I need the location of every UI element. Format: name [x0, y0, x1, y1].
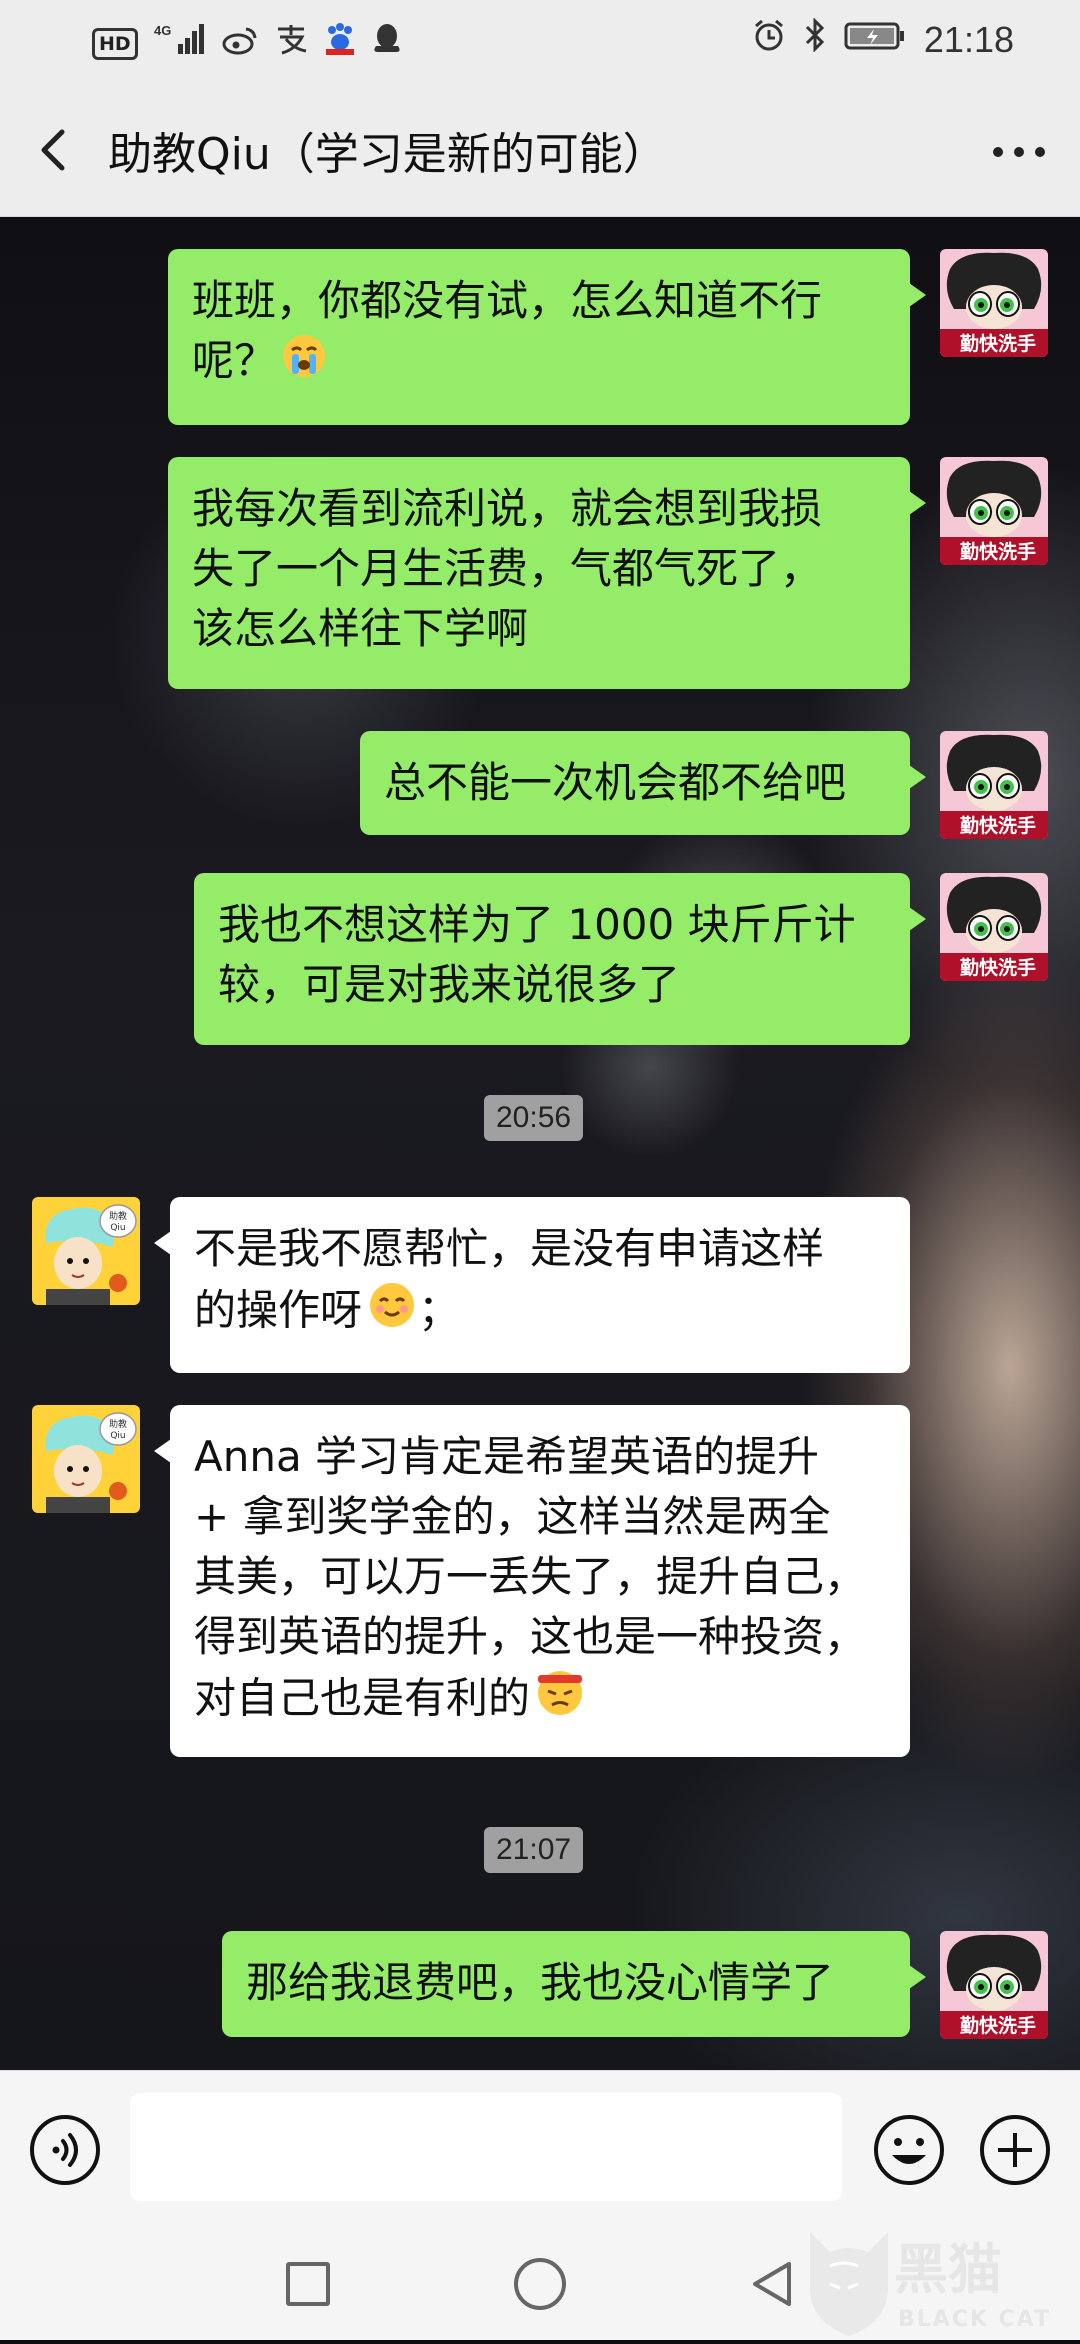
- home-button[interactable]: [514, 2258, 566, 2310]
- svg-text:勤快洗手: 勤快洗手: [960, 332, 1036, 355]
- message-line: 该怎么样往下学啊: [192, 604, 529, 653]
- input-bar: [0, 2070, 1080, 2227]
- avatar-me[interactable]: 勤快洗手: [940, 249, 1048, 357]
- message-line: 总不能一次机会都不给吧: [384, 758, 847, 807]
- avatar-me[interactable]: 勤快洗手: [940, 457, 1048, 565]
- more-button[interactable]: [984, 122, 1054, 182]
- triangle-back-icon: [753, 2262, 791, 2306]
- status-left-icons: HD 4G: [92, 22, 402, 65]
- svg-text:助教: 助教: [109, 1210, 127, 1222]
- message-bubble-me[interactable]: 我每次看到流利说，就会想到我损 失了一个月生活费，气都气死了， 该怎么样往下学啊: [168, 457, 926, 689]
- message-line: 较，可是对我来说很多了: [218, 960, 681, 1009]
- message-line: 我每次看到流利说，就会想到我损: [192, 484, 823, 533]
- weibo-icon: [222, 24, 258, 64]
- message-line: + 拿到奖学金的，这样当然是两全: [194, 1492, 831, 1541]
- message-line: 的操作呀 ；: [194, 1279, 886, 1347]
- message-line: 不是我不愿帮忙，是没有申请这样: [194, 1224, 825, 1273]
- crying-face-icon: [280, 332, 328, 396]
- alarm-icon: [752, 18, 786, 61]
- alipay-icon: [274, 23, 308, 64]
- more-dots-icon: [993, 147, 1045, 157]
- avatar-assistant[interactable]: 助教 Qiu: [32, 1197, 140, 1305]
- message-line: 得到英语的提升，这也是一种投资，: [194, 1612, 867, 1661]
- more-functions-button[interactable]: [978, 2113, 1052, 2187]
- qq-icon: [372, 22, 402, 65]
- signal-icon: 4G: [154, 22, 206, 65]
- chevron-left-icon: [41, 129, 65, 171]
- svg-text:BLACK CAT: BLACK CAT: [898, 2307, 1051, 2332]
- message-bubble-me[interactable]: 我也不想这样为了 1000 块斤斤计 较，可是对我来说很多了: [194, 873, 926, 1045]
- status-bar: HD 4G 21:18: [0, 0, 1080, 84]
- message-bubble-me[interactable]: 那给我退费吧，我也没心情学了: [222, 1931, 926, 2037]
- message-line: Anna 学习肯定是希望英语的提升: [194, 1432, 820, 1481]
- message-bubble-me[interactable]: 总不能一次机会都不给吧: [360, 731, 926, 835]
- chat-title: 助教Qiu（学习是新的可能）: [108, 129, 667, 180]
- determined-face-icon: [534, 1667, 586, 1735]
- smiling-face-icon: [366, 1279, 418, 1347]
- chat-area[interactable]: 班班，你都没有试，怎么知道不行 呢？ 勤快洗手 我每次看到流利说，就会想到我损 …: [0, 217, 1080, 2070]
- message-line: 对自己也是有利的: [194, 1667, 886, 1735]
- back-button[interactable]: [26, 112, 86, 188]
- emoji-icon: [874, 2115, 944, 2185]
- watermark: 黑猫 BLACK CAT: [802, 2226, 1080, 2340]
- avatar-me[interactable]: 勤快洗手: [940, 873, 1048, 981]
- message-line: 班班，你都没有试，怎么知道不行: [192, 276, 823, 325]
- recents-button[interactable]: [286, 2262, 330, 2306]
- status-right-icons: 21:18: [752, 17, 1014, 61]
- avatar-assistant[interactable]: 助教 Qiu: [32, 1405, 140, 1513]
- message-line: 其美，可以万一丢失了，提升自己，: [194, 1552, 867, 1601]
- battery-icon: [844, 20, 906, 60]
- avatar-me[interactable]: 勤快洗手: [940, 1931, 1048, 2039]
- svg-text:勤快洗手: 勤快洗手: [960, 956, 1036, 979]
- svg-text:4G: 4G: [154, 23, 171, 38]
- svg-text:Qiu: Qiu: [110, 1223, 125, 1233]
- black-cat-logo-icon: 黑猫 BLACK CAT: [810, 2232, 1051, 2336]
- message-line: 呢？: [192, 331, 886, 396]
- message-timestamp: 20:56: [484, 1095, 584, 1141]
- message-bubble-assistant[interactable]: 不是我不愿帮忙，是没有申请这样 的操作呀 ；: [154, 1197, 910, 1373]
- message-timestamp: 21:07: [484, 1827, 584, 1873]
- avatar-me[interactable]: 勤快洗手: [940, 731, 1048, 839]
- message-line: 我也不想这样为了 1000 块斤斤计: [218, 900, 856, 949]
- voice-button[interactable]: [28, 2113, 102, 2187]
- status-time: 21:18: [923, 18, 1014, 60]
- svg-text:Qiu: Qiu: [110, 1431, 125, 1441]
- message-line: 那给我退费吧，我也没心情学了: [246, 1958, 835, 2007]
- emoji-button[interactable]: [872, 2113, 946, 2187]
- svg-text:助教: 助教: [109, 1418, 127, 1430]
- system-nav-bar: 黑猫 BLACK CAT: [0, 2226, 1080, 2340]
- back-nav-button[interactable]: [745, 2256, 801, 2312]
- hd-badge: HD: [92, 27, 138, 60]
- svg-text:勤快洗手: 勤快洗手: [960, 2014, 1036, 2037]
- voice-icon: [30, 2115, 100, 2185]
- plus-icon: [980, 2115, 1050, 2185]
- baidu-icon: [324, 22, 356, 65]
- svg-text:勤快洗手: 勤快洗手: [960, 540, 1036, 563]
- svg-text:勤快洗手: 勤快洗手: [960, 814, 1036, 837]
- svg-text:黑猫: 黑猫: [894, 2238, 1002, 2301]
- message-bubble-assistant[interactable]: Anna 学习肯定是希望英语的提升 + 拿到奖学金的，这样当然是两全 其美，可以…: [154, 1405, 910, 1757]
- bluetooth-icon: [804, 17, 826, 61]
- chat-header: 助教Qiu（学习是新的可能）: [0, 84, 1080, 217]
- message-bubble-me[interactable]: 班班，你都没有试，怎么知道不行 呢？: [168, 249, 926, 425]
- message-input[interactable]: [130, 2093, 842, 2201]
- message-line: 失了一个月生活费，气都气死了，: [192, 544, 823, 593]
